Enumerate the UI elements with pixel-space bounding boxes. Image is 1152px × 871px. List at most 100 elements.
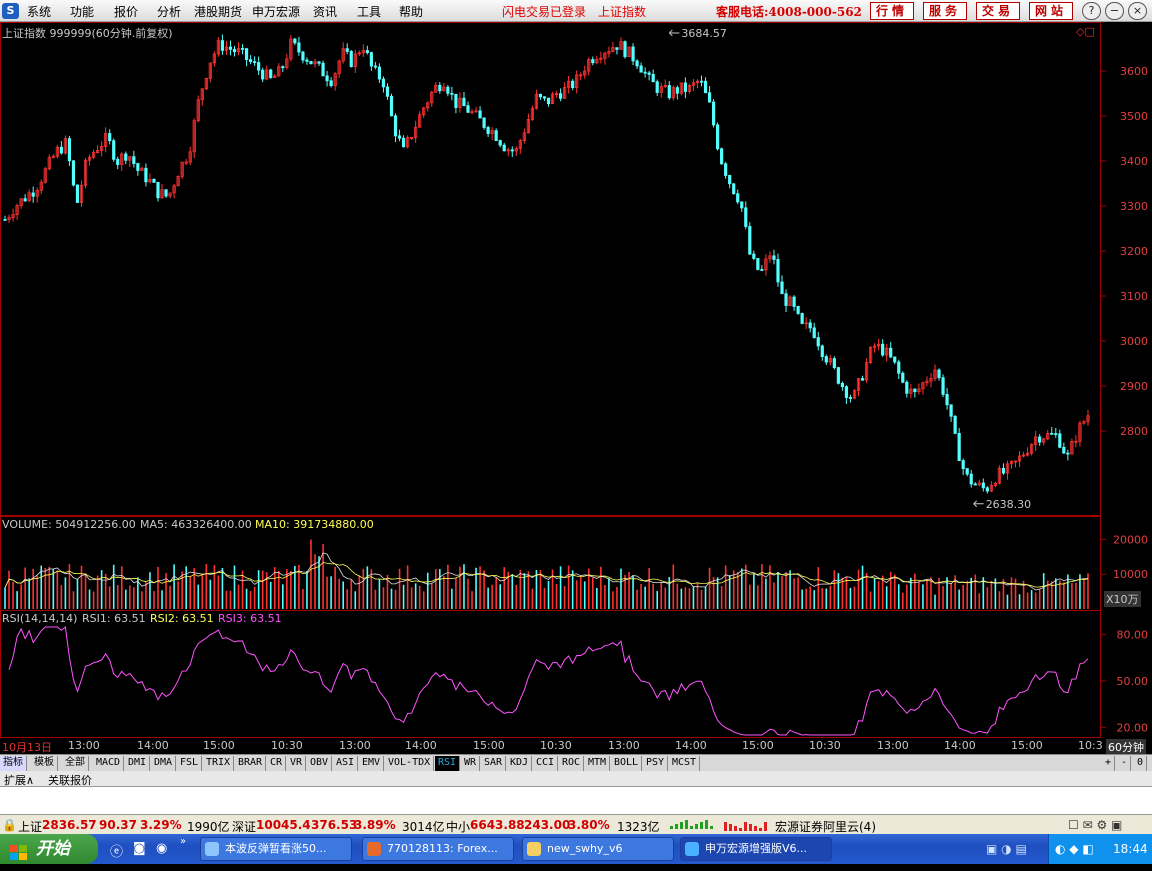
- candle-body: [969, 473, 973, 485]
- expand-button[interactable]: 扩展∧: [4, 772, 34, 788]
- tab-fsl[interactable]: FSL: [177, 756, 203, 771]
- sz-price: 10045.4: [256, 818, 311, 832]
- tab-wr[interactable]: WR: [461, 756, 481, 771]
- tab-trix[interactable]: TRIX: [203, 756, 235, 771]
- candle-body: [707, 92, 712, 103]
- candle-body: [257, 62, 261, 71]
- tab-mtm[interactable]: MTM: [585, 756, 611, 771]
- task-folder[interactable]: new_swhy_v6: [522, 837, 674, 861]
- candle-body: [961, 460, 965, 470]
- minimize-icon[interactable]: −: [1105, 2, 1124, 20]
- candle-body: [832, 358, 836, 368]
- sh-name[interactable]: 上证: [18, 818, 42, 835]
- website-button[interactable]: 网站: [1029, 2, 1073, 20]
- tab-cr[interactable]: CR: [267, 756, 287, 771]
- related-quotes-button[interactable]: 关联报价: [48, 772, 92, 788]
- task-label: 本波反弹暂看涨50...: [225, 842, 327, 855]
- tab-add-button[interactable]: +: [1102, 756, 1116, 771]
- breadth-up-bar: [734, 826, 737, 831]
- start-button[interactable]: 开始: [0, 834, 98, 864]
- sz-name[interactable]: 深证: [232, 818, 256, 835]
- chart-window-controls-icon[interactable]: ◇□: [1076, 25, 1095, 38]
- menu-news[interactable]: 资讯: [313, 3, 337, 20]
- period-selector[interactable]: 60分钟: [1106, 739, 1146, 755]
- market-breadth-icon: [670, 820, 767, 831]
- candle-body: [454, 93, 458, 108]
- tab-asi[interactable]: ASI: [333, 756, 359, 771]
- menu-swhy[interactable]: 申万宏源: [252, 3, 300, 20]
- tab-all[interactable]: 全部: [62, 756, 89, 771]
- tab-remove-button[interactable]: -: [1118, 756, 1132, 771]
- candle-body: [860, 378, 865, 381]
- candle-body: [699, 80, 704, 83]
- tab-kdj[interactable]: KDJ: [507, 756, 533, 771]
- task-article[interactable]: 本波反弹暂看涨50...: [200, 837, 352, 861]
- menu-help[interactable]: 帮助: [399, 3, 423, 20]
- candle-body: [112, 140, 116, 160]
- tab-reset-button[interactable]: 0: [1134, 756, 1148, 771]
- desktop-icon[interactable]: ◙: [133, 841, 146, 856]
- ie-icon[interactable]: ⓔ: [110, 841, 123, 860]
- menu-quote[interactable]: 报价: [114, 3, 138, 20]
- candle-body: [293, 38, 297, 44]
- quicklaunch-more-icon[interactable]: »: [180, 836, 186, 847]
- tab-mcst[interactable]: MCST: [669, 756, 701, 771]
- tab-rsi[interactable]: RSI: [435, 756, 461, 771]
- tab-boll[interactable]: BOLL: [611, 756, 643, 771]
- tab-obv[interactable]: OBV: [307, 756, 333, 771]
- candle-body: [329, 80, 333, 87]
- chart-svg[interactable]: 3600 3500 3400 3300 3200 3100 3000 2900 2800 200…: [0, 22, 1152, 738]
- menu-system[interactable]: 系统: [27, 3, 51, 20]
- service-button[interactable]: 服务: [923, 2, 967, 20]
- rsi-tick-label: 50.00: [1117, 675, 1149, 688]
- menu-hk-futures[interactable]: 港股期货: [194, 3, 242, 20]
- help-icon[interactable]: ?: [1082, 2, 1101, 20]
- tray-icons[interactable]: ◐ ◆ ◧: [1055, 842, 1094, 856]
- tray-misc-icons[interactable]: ▣ ◑ ▤: [986, 842, 1027, 856]
- tab-brar[interactable]: BRAR: [235, 756, 267, 771]
- tab-psy[interactable]: PSY: [643, 756, 669, 771]
- task-swhy[interactable]: 申万宏源增强版V6...: [680, 837, 832, 861]
- zx-name[interactable]: 中小: [446, 818, 470, 835]
- quotes-button[interactable]: 行情: [870, 2, 914, 20]
- task-forex[interactable]: 770128113: Forex...: [362, 837, 514, 861]
- candle-body: [3, 219, 7, 221]
- chart-area[interactable]: 3600 3500 3400 3300 3200 3100 3000 2900 2800 200…: [0, 22, 1152, 738]
- menu-analysis[interactable]: 分析: [157, 3, 181, 20]
- current-index-link[interactable]: 上证指数: [598, 3, 646, 20]
- close-icon[interactable]: ×: [1128, 2, 1147, 20]
- candle-body: [756, 258, 760, 270]
- tab-macd[interactable]: MACD: [93, 756, 125, 771]
- zx-price: 6643.88: [470, 818, 525, 832]
- browser-icon[interactable]: ◉: [156, 841, 167, 856]
- candle-body: [393, 115, 398, 137]
- menu-function[interactable]: 功能: [70, 3, 94, 20]
- sz-amount: 3014亿: [402, 820, 445, 834]
- sh-change: 90.37: [99, 818, 137, 832]
- rsi-panel-frame: [0, 610, 1101, 738]
- app-logo-icon[interactable]: S: [2, 3, 19, 19]
- tab-emv[interactable]: EMV: [359, 756, 385, 771]
- time-label: 10:3: [1078, 739, 1103, 752]
- tab-dma[interactable]: DMA: [151, 756, 177, 771]
- breadth-down-bar: [680, 822, 683, 829]
- broker-server[interactable]: 宏源证券阿里云(4): [775, 818, 876, 835]
- candle-body: [164, 189, 168, 197]
- tab-indicators[interactable]: 指标: [0, 756, 27, 771]
- trade-button[interactable]: 交易: [976, 2, 1020, 20]
- tab-roc[interactable]: ROC: [559, 756, 585, 771]
- volume-ma10-label: MA10: 391734880.00: [255, 518, 374, 531]
- candle-body: [848, 397, 853, 399]
- breadth-up-bar: [764, 822, 767, 831]
- tab-dmi[interactable]: DMI: [125, 756, 151, 771]
- candle-body: [816, 337, 820, 347]
- breadth-up-bar: [729, 824, 732, 831]
- tab-cci[interactable]: CCI: [533, 756, 559, 771]
- menu-tools[interactable]: 工具: [357, 3, 381, 20]
- tab-vol-tdx[interactable]: VOL-TDX: [385, 756, 435, 771]
- tab-templates[interactable]: 模板: [31, 756, 58, 771]
- tab-vr[interactable]: VR: [287, 756, 307, 771]
- status-tools-icon[interactable]: ☐ ✉ ⚙ ▣: [1068, 818, 1122, 832]
- tab-sar[interactable]: SAR: [481, 756, 507, 771]
- flash-trade-status[interactable]: 闪电交易已登录: [502, 3, 586, 20]
